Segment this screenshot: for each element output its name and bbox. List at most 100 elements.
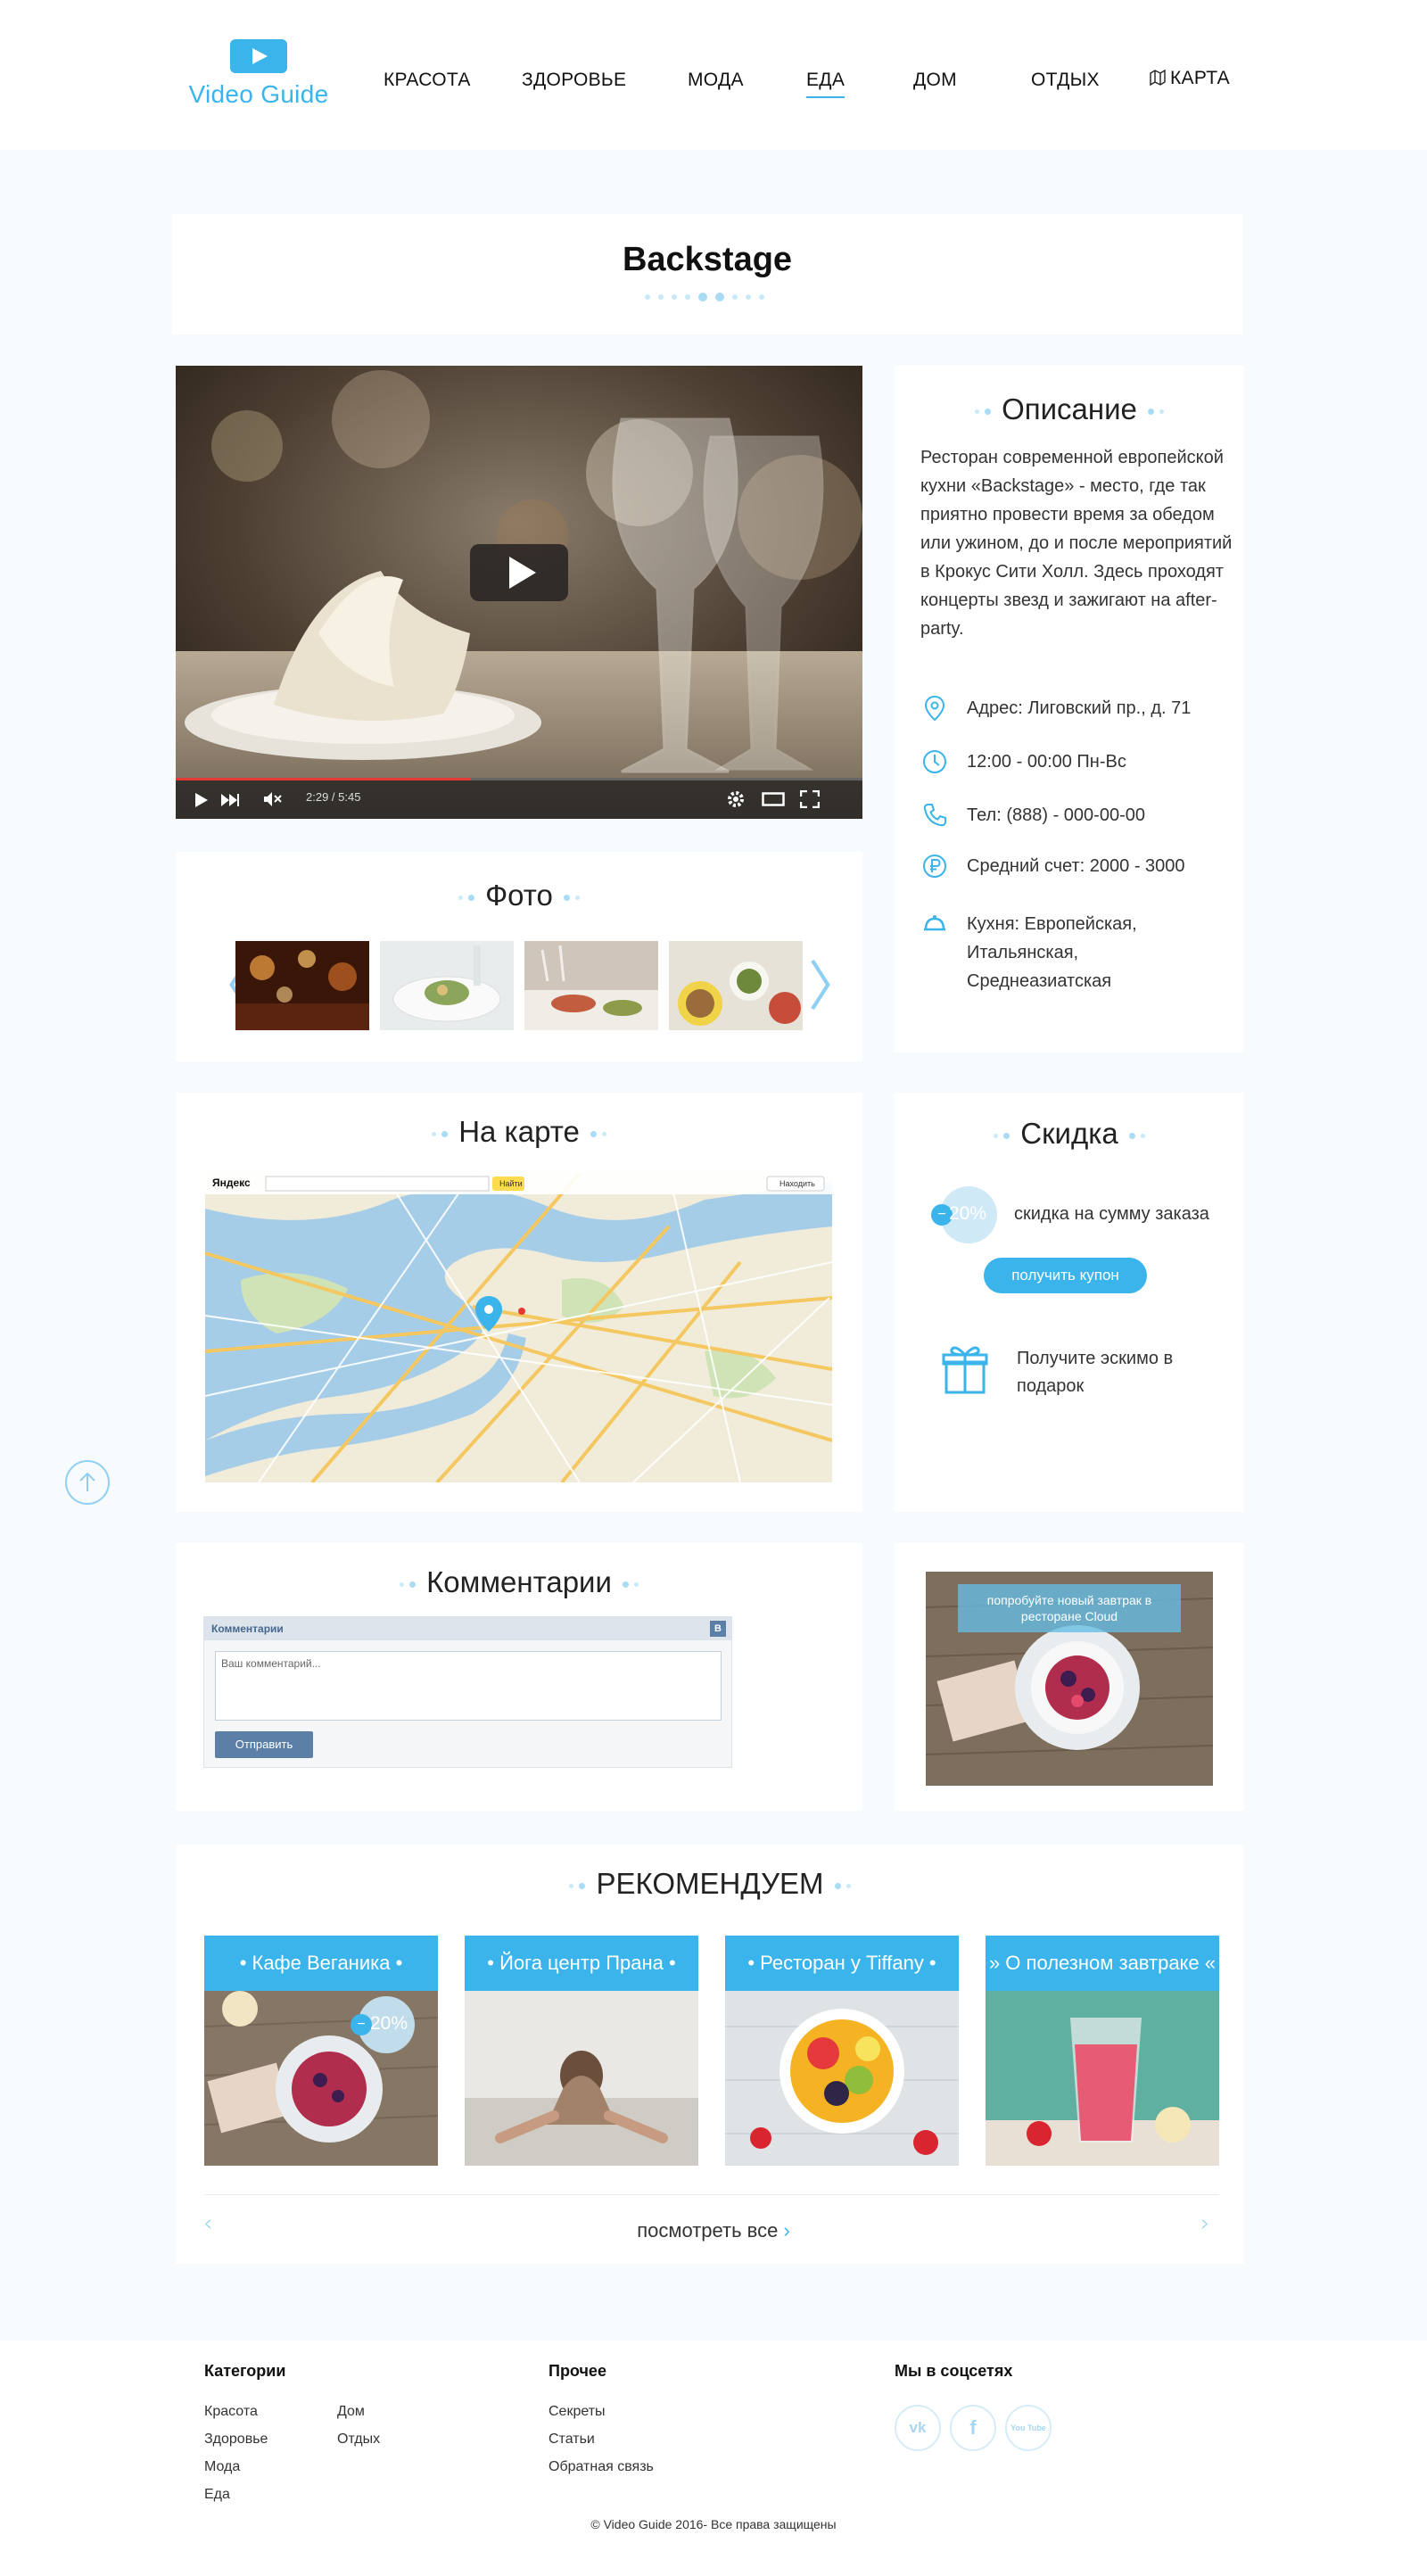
play-logo-icon: [230, 39, 287, 73]
nav-item-rest[interactable]: ОТДЫХ: [1031, 70, 1100, 91]
map-brand: Яндекс: [212, 1177, 251, 1189]
footer-link-rest[interactable]: Отдых: [337, 2432, 380, 2448]
scroll-top-button[interactable]: [65, 1460, 110, 1505]
photo-thumb-4[interactable]: [669, 941, 803, 1030]
footer-link-secrets[interactable]: Секреты: [549, 2404, 606, 2420]
recommend-title: РЕКОМЕНДУЕМ: [176, 1867, 1244, 1901]
video-time: 2:29 / 5:45: [306, 790, 361, 804]
video-player[interactable]: 2:29 / 5:45: [176, 366, 862, 819]
phone-text[interactable]: Тел: (888) - 000-00-00: [967, 801, 1145, 830]
rec-card-yoga[interactable]: • Йога центр Прана •: [465, 1936, 698, 2166]
nav-item-beauty[interactable]: КРАСОТА: [384, 70, 471, 91]
ruble-coin-icon: [923, 855, 946, 878]
copyright: © Video Guide 2016- Все права защищены: [590, 2517, 837, 2531]
view-all-label: посмотреть все: [637, 2219, 779, 2242]
phone-icon: [923, 804, 946, 827]
rec-card-tiffany[interactable]: • Ресторан у Tiffany •: [725, 1936, 959, 2166]
photo-thumb-1[interactable]: [235, 941, 369, 1030]
view-all-link[interactable]: посмотреть все ›: [0, 2219, 1427, 2242]
cuisine-row: Кухня: Европейская, Итальянская, Среднеа…: [920, 910, 1225, 995]
theater-mode-icon[interactable]: [762, 792, 785, 806]
view-all-chevron-icon: ›: [783, 2219, 790, 2242]
video-controls: 2:29 / 5:45: [176, 778, 862, 819]
footer-categories-title: Категории: [204, 2362, 286, 2380]
rec-card-veganika[interactable]: • Кафе Веганика • − 20%: [204, 1936, 438, 2166]
photo-table-glasses: [524, 941, 658, 1030]
location-pin-icon: [924, 695, 945, 722]
map-icon: [1150, 69, 1166, 86]
rec-discount-badge: − 20%: [351, 1996, 415, 2053]
footer-link-health[interactable]: Здоровье: [204, 2432, 268, 2448]
footer-social-title: Мы в соцсетях: [895, 2362, 1013, 2380]
avg-check-row: Средний счет: 2000 - 3000: [920, 852, 1185, 880]
vk-logo-icon: B: [710, 1621, 726, 1637]
footer-link-fashion[interactable]: Мода: [204, 2459, 240, 2475]
logo[interactable]: Video Guide: [178, 39, 339, 109]
nav-item-health[interactable]: ЗДОРОВЬЕ: [522, 70, 626, 91]
discount-card: [895, 1093, 1244, 1512]
page-title: Backstage: [622, 241, 793, 278]
discount-value: 20%: [949, 1203, 987, 1224]
nav-item-map[interactable]: КАРТА: [1149, 68, 1230, 89]
nav-item-food[interactable]: ЕДА: [806, 70, 845, 98]
rec-image-yoga: [465, 1991, 698, 2166]
map-widget[interactable]: Яндекс Найти Находить: [205, 1173, 832, 1482]
nav-item-fashion[interactable]: МОДА: [688, 70, 744, 91]
photo-restaurant-night: [235, 941, 369, 1030]
logo-text: Video Guide: [188, 80, 329, 108]
photos-next-arrow[interactable]: 〉: [808, 944, 862, 1021]
comment-textarea[interactable]: Ваш комментарий...: [215, 1651, 722, 1721]
nav-map-label: КАРТА: [1170, 68, 1230, 88]
photo-thumb-3[interactable]: [524, 941, 658, 1030]
header: Video Guide КРАСОТА ЗДОРОВЬЕ МОДА ЕДА ДО…: [0, 0, 1427, 150]
promo-banner[interactable]: попробуйте новый завтрак в ресторане Clo…: [926, 1572, 1213, 1786]
gift-text: Получите эскимо в подарок: [1017, 1349, 1174, 1396]
gift-icon: [942, 1346, 988, 1394]
footer-link-articles[interactable]: Статьи: [549, 2432, 595, 2448]
youtube-social-icon[interactable]: You Tube: [1005, 2405, 1052, 2451]
rec-card-breakfast[interactable]: » О полезном завтраке «: [986, 1936, 1219, 2166]
play-icon[interactable]: [194, 792, 210, 808]
rec-discount-minus: −: [351, 2014, 372, 2035]
footer-link-home[interactable]: Дом: [337, 2404, 365, 2420]
photo-thumb-2[interactable]: [380, 941, 514, 1030]
settings-gear-icon[interactable]: [726, 789, 746, 809]
avg-check-text: Средний счет: 2000 - 3000: [967, 856, 1185, 876]
map-find-button[interactable]: Найти: [499, 1179, 523, 1188]
rec-card-label: » О полезном завтраке «: [986, 1936, 1219, 1991]
description-text: Ресторан современной европейской кухни «…: [920, 448, 1233, 639]
get-coupon-button[interactable]: получить купон: [984, 1258, 1147, 1293]
footer-link-feedback[interactable]: Обратная связь: [549, 2459, 654, 2475]
address-text: Адрес: Лиговский пр., д. 71: [967, 698, 1192, 718]
facebook-social-icon[interactable]: f: [950, 2405, 996, 2451]
submit-comment-button[interactable]: Отправить: [215, 1731, 313, 1758]
recommend-divider: [204, 2194, 1219, 2195]
discount-title: Скидка: [895, 1117, 1244, 1151]
discount-badge: − 20%: [931, 1186, 997, 1243]
photos-title: Фото: [176, 879, 862, 912]
mute-icon[interactable]: [263, 791, 283, 807]
vk-widget-title: Комментарии: [211, 1622, 284, 1635]
rec-image-smoothie: [986, 1991, 1219, 2166]
photo-salad-plate: [380, 941, 514, 1030]
rec-card-label: • Кафе Веганика •: [204, 1936, 438, 1991]
video-frame: [176, 366, 862, 819]
city-map: [205, 1173, 832, 1482]
description-title: Описание: [895, 392, 1244, 426]
next-icon[interactable]: [220, 793, 240, 807]
fullscreen-icon[interactable]: [800, 790, 820, 808]
footer-link-food[interactable]: Еда: [204, 2487, 230, 2503]
hours-row: 12:00 - 00:00 Пн-Вс: [920, 747, 1126, 776]
rec-image-berries: − 20%: [204, 1991, 438, 2166]
video-progress-track[interactable]: [176, 778, 862, 780]
vk-widget-header: Комментарии B: [204, 1617, 731, 1640]
vk-social-icon[interactable]: vk: [895, 2405, 941, 2451]
clock-icon: [923, 750, 946, 773]
footer-other-title: Прочее: [549, 2362, 606, 2380]
nav-item-home[interactable]: ДОМ: [913, 70, 957, 91]
footer-link-beauty[interactable]: Красота: [204, 2404, 258, 2420]
map-cities-button[interactable]: Находить: [779, 1179, 815, 1188]
vk-comments-widget: Комментарии B Ваш комментарий... Отправи…: [203, 1616, 732, 1768]
map-title: На карте: [176, 1115, 862, 1149]
cloche-icon: [924, 915, 945, 931]
